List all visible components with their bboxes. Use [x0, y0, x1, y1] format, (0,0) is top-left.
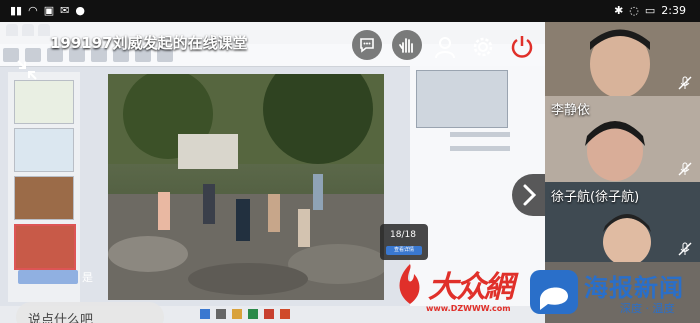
participant-tile[interactable] [545, 22, 700, 96]
chat-placeholder: 说点什么吧 [28, 313, 94, 323]
battery-icon: ▭ [644, 4, 656, 17]
chat-button[interactable] [352, 30, 382, 60]
hand-icon [399, 38, 413, 53]
chat-sender [18, 270, 78, 284]
haibao-watermark: 海报新闻 深度 · 温度 [528, 262, 700, 322]
mail-icon: ✉ [60, 4, 70, 17]
chat-icon: ● [75, 4, 85, 17]
chevron-right-icon [523, 184, 537, 206]
app-icon [264, 309, 274, 319]
watermark-brand: 海报新闻 [584, 274, 684, 302]
leave-button[interactable] [508, 32, 536, 60]
watermark-slogan: 深度 · 温度 [620, 302, 675, 315]
slide-thumbnail [14, 80, 74, 124]
dzwww-watermark: 大众網 www.DZWWW.com [392, 262, 520, 320]
start-icon [200, 309, 210, 319]
mic-muted-icon [678, 242, 692, 256]
participant-name: 李静依 [551, 103, 591, 118]
participant-tile[interactable]: 徐子航(徐子航) [545, 182, 700, 262]
wifi-icon: ◠ [28, 4, 38, 17]
next-page-button[interactable] [512, 174, 545, 216]
gear-icon [473, 37, 493, 57]
chat-logo-icon [530, 270, 578, 314]
ppt-tab: ​ [6, 24, 18, 36]
minimize-screen-button[interactable] [14, 57, 40, 83]
sim-icon: ▮▮ [10, 4, 23, 17]
app-icon [248, 309, 258, 319]
bluetooth-icon: ✱ [614, 4, 624, 17]
page-counter: 18/18 查看详情 [380, 224, 428, 260]
collapse-arrows-icon [17, 60, 37, 80]
ppt-tabs: ​ ​ ​ [6, 24, 50, 36]
chat-message: 是 [18, 269, 93, 285]
ppt-icon [280, 309, 290, 319]
page-number: 18/18 [390, 230, 416, 240]
slide-thumbnail-current [14, 224, 76, 270]
page-button[interactable]: 查看详情 [386, 246, 422, 255]
chat-bubble-icon [360, 38, 374, 53]
participant-tile[interactable]: 李静依 [545, 96, 700, 182]
clock: 2:39 [661, 4, 686, 17]
chat-input[interactable]: 说点什么吧 [16, 302, 164, 323]
status-right: ✱ ◌ ▭ 2:39 [614, 4, 686, 17]
mic-muted-icon [678, 76, 692, 90]
watermark-brand: 大众網 [428, 270, 514, 305]
preview-window [416, 70, 508, 128]
watermark-url: www.DZWWW.com [426, 304, 511, 313]
person-icon [435, 37, 455, 59]
mute-icon: ◌ [629, 4, 639, 17]
status-bar: ▮▮ ◠ ▣ ✉ ● ✱ ◌ ▭ 2:39 [0, 0, 700, 22]
folder-icon [232, 309, 242, 319]
meeting-title: 199197刘威发起的在线课堂 [50, 34, 248, 52]
image-icon: ▣ [43, 4, 55, 17]
slide-thumbnail [14, 176, 74, 220]
participant-video [545, 22, 700, 96]
flame-logo-icon [399, 264, 420, 304]
power-icon [511, 36, 533, 58]
settings-button[interactable] [470, 34, 496, 60]
ppt-tab: ​ [22, 24, 34, 36]
slide-thumbnail [14, 128, 74, 172]
chat-text: 是 [82, 271, 93, 284]
participants-button[interactable] [432, 34, 458, 60]
participant-name: 徐子航(徐子航) [551, 190, 640, 205]
slide-thumbnails [8, 72, 80, 302]
ppt-tab: ​ [38, 24, 50, 36]
raise-hand-button[interactable] [392, 30, 422, 60]
slide-photo [108, 74, 384, 300]
search-icon [216, 309, 226, 319]
mic-muted-icon [678, 162, 692, 176]
status-left: ▮▮ ◠ ▣ ✉ ● [10, 4, 85, 17]
